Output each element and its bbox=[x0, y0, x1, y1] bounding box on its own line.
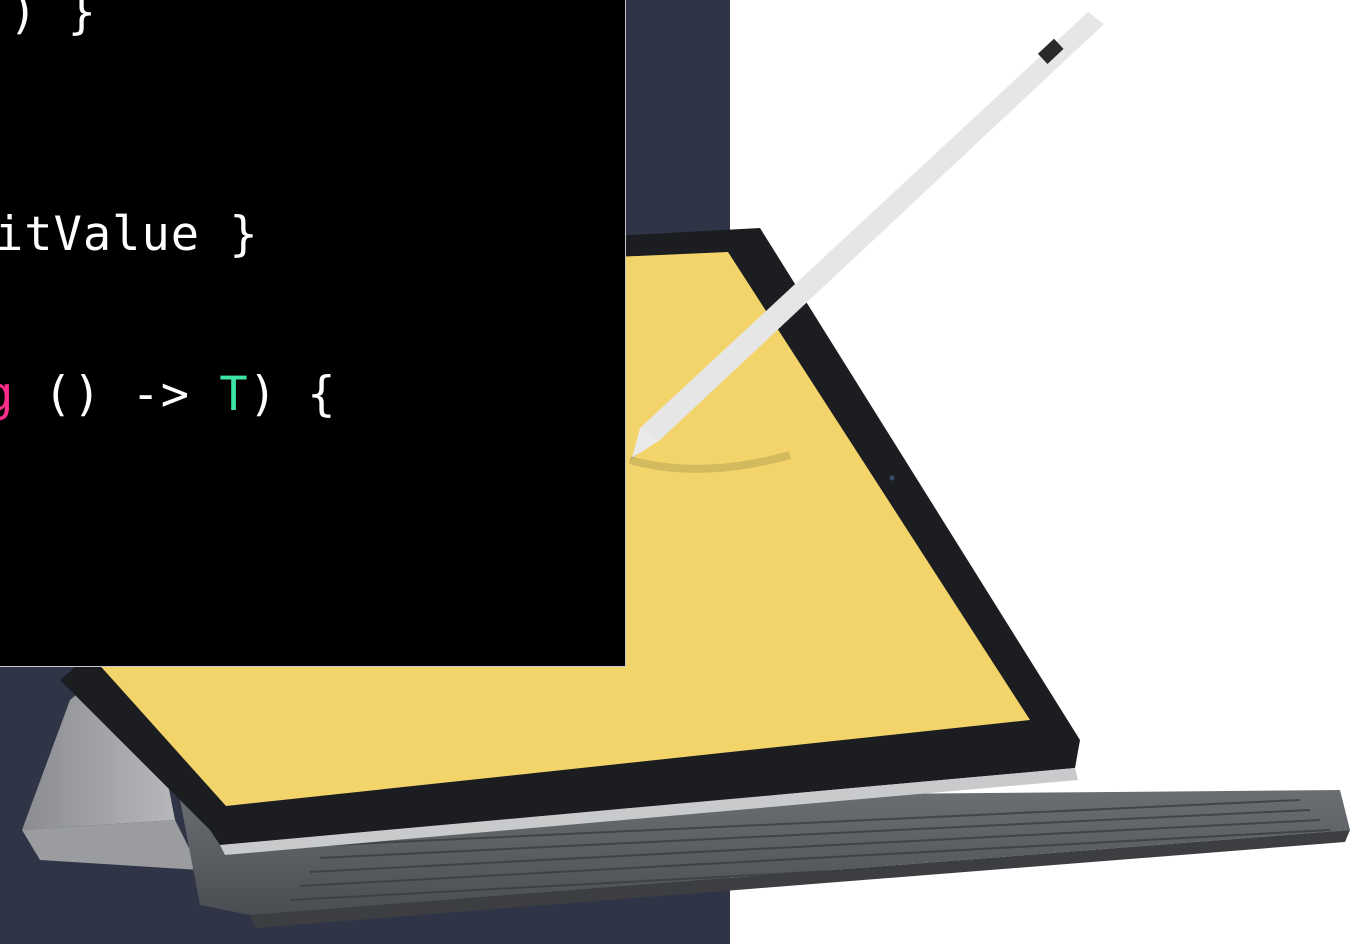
code-type: T bbox=[219, 367, 249, 422]
code-line-3-end: ) { bbox=[248, 367, 337, 422]
code-editor-window: ) } itValue } g () -> T) { bbox=[0, 0, 626, 667]
code-line-3-mid: () -> bbox=[14, 367, 220, 422]
code-line-3: g () -> T) { bbox=[0, 367, 337, 422]
camera-dot bbox=[889, 475, 895, 481]
code-line-1: ) } bbox=[9, 0, 97, 40]
code-keyword: g bbox=[0, 367, 14, 422]
code-line-2: itValue } bbox=[0, 207, 259, 262]
